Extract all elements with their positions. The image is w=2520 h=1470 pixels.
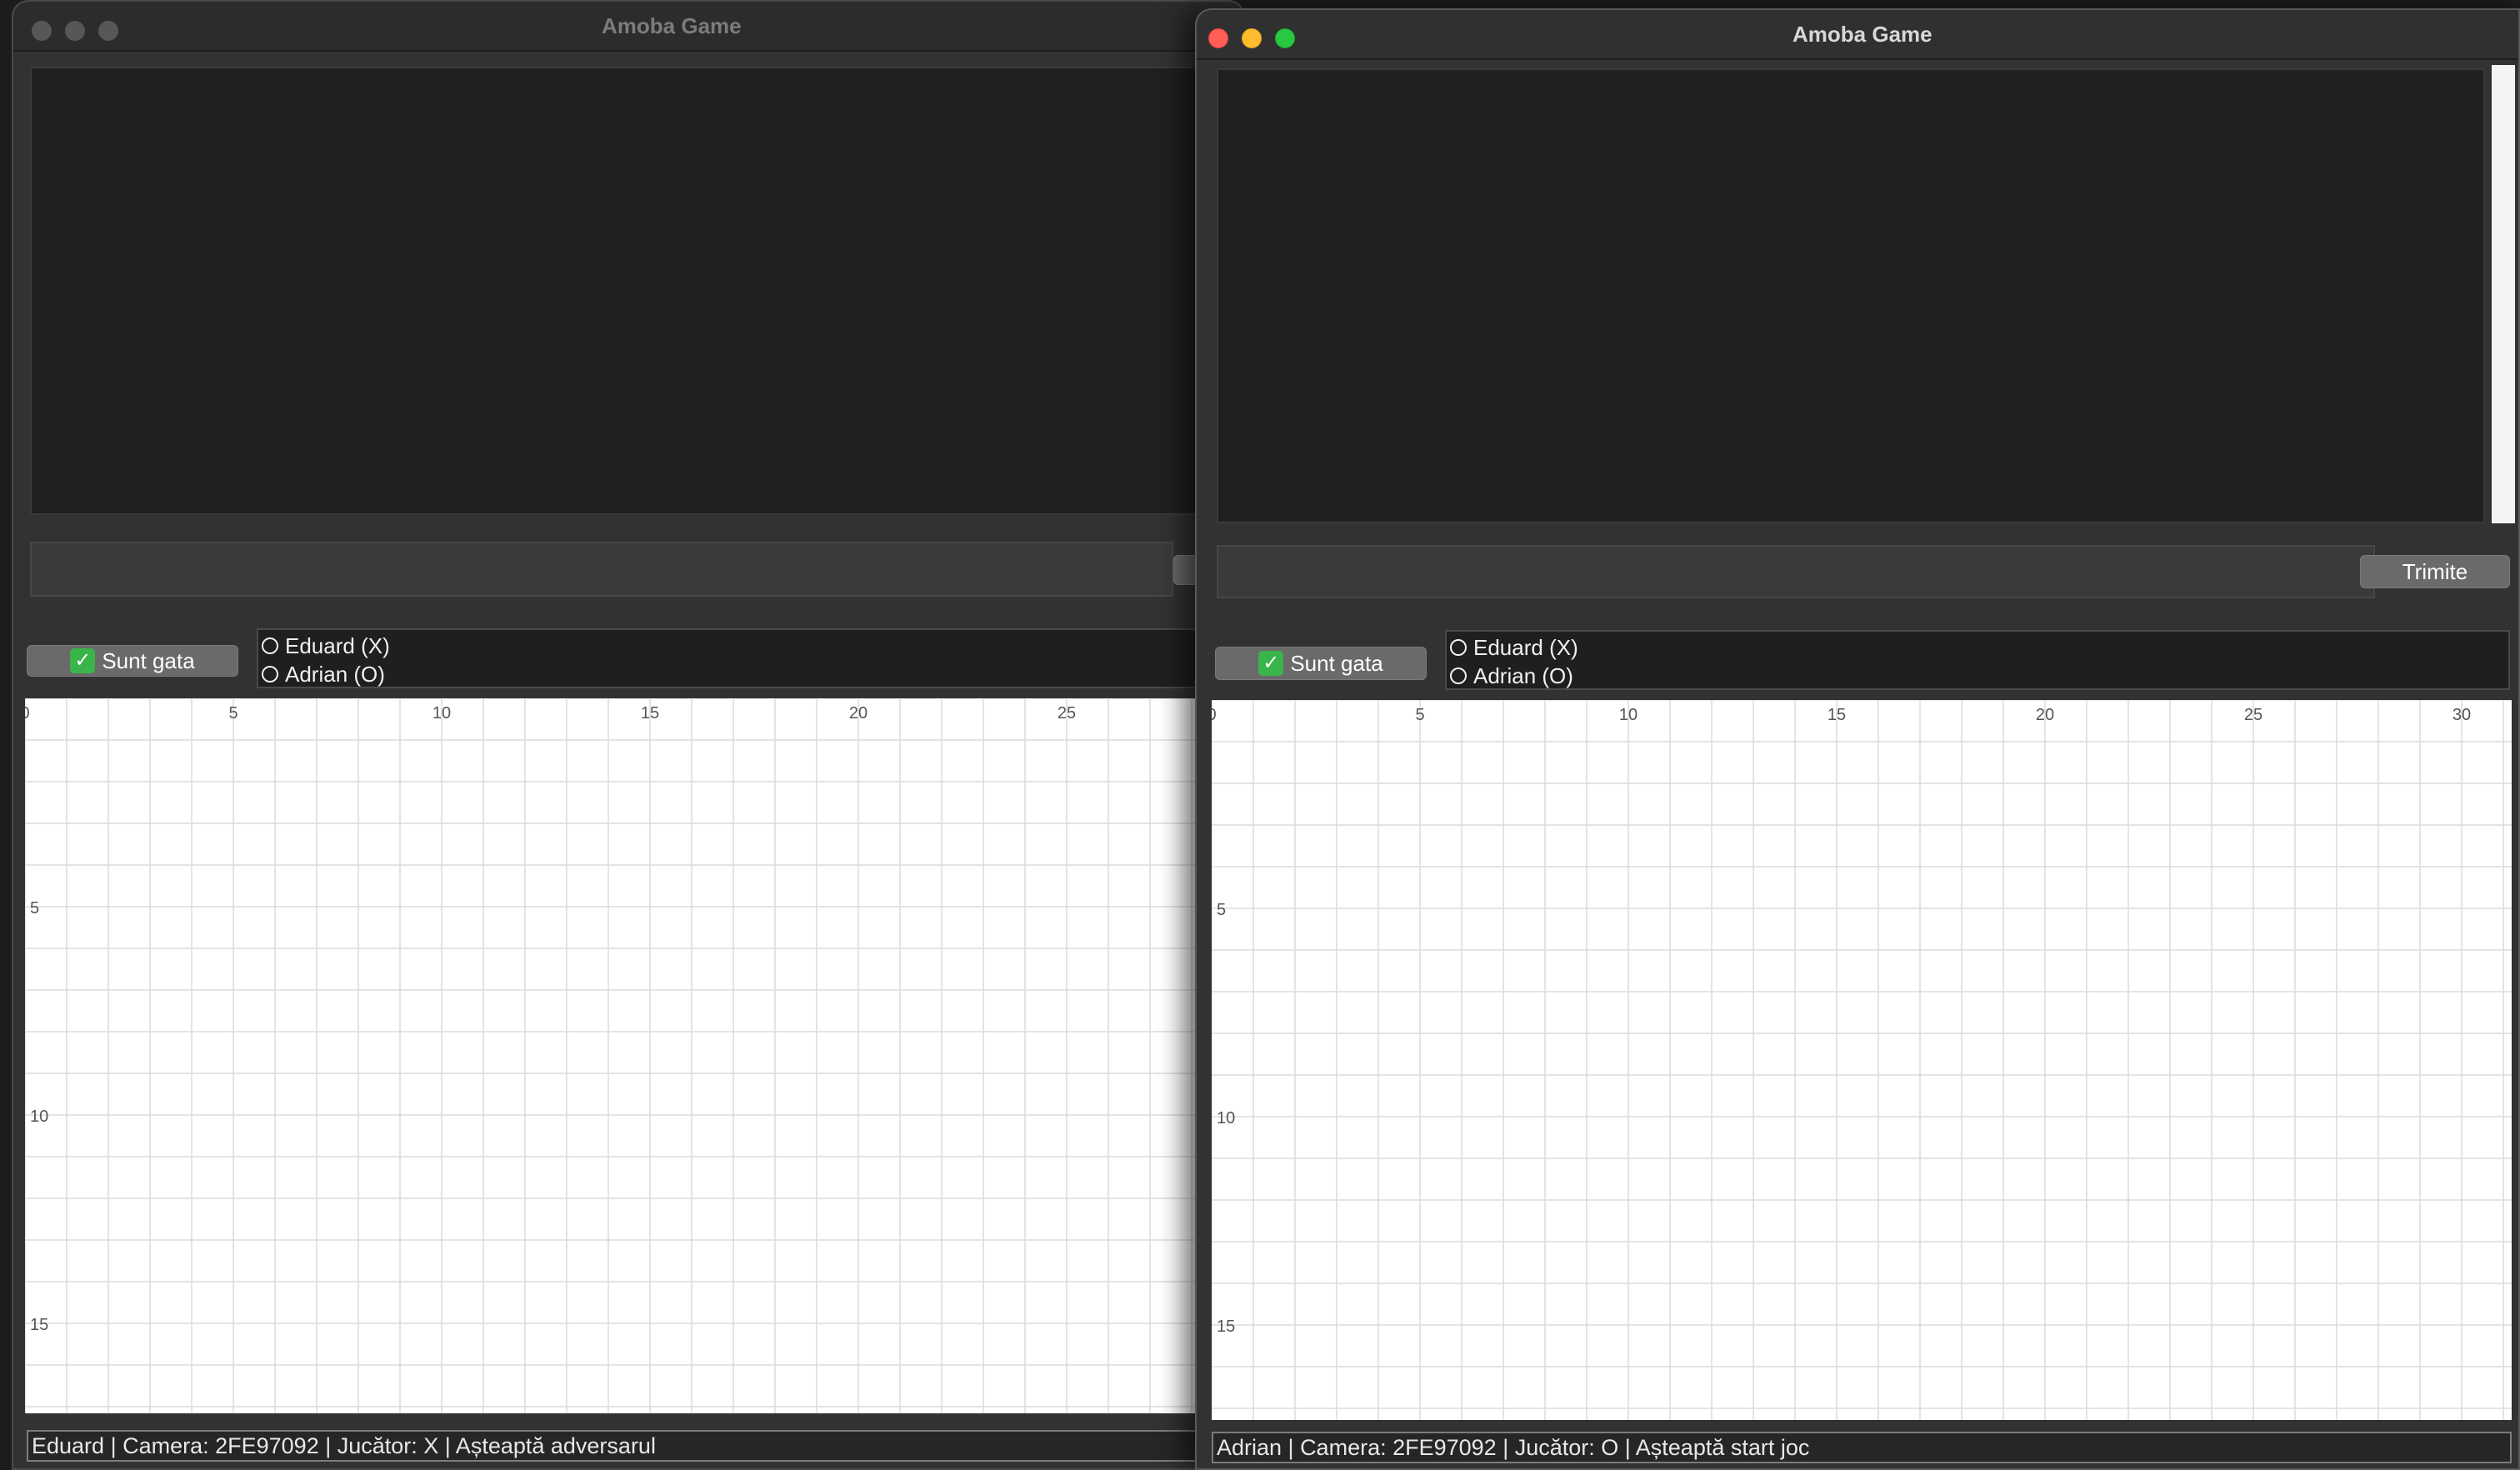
player-name: Adrian (O) [1473,662,1573,688]
board-grid[interactable]: 0 5 10 15 20 25 30 5 10 15 [1212,700,2512,1420]
player-row[interactable]: Adrian (O) [1450,662,1573,690]
send-button[interactable]: Trimite [2360,555,2510,588]
window-title: Amoba Game [1792,22,1932,47]
player-list: Eduard (X) Adrian (O) [1445,630,2510,690]
ready-button[interactable]: ✓ Sunt gata [1215,647,1427,680]
check-mark-icon: ✓ [70,648,96,674]
y-tick-label: 15 [1217,1318,1235,1336]
game-board[interactable]: 0 5 10 15 20 25 5 10 15 [25,698,1245,1413]
x-tick-label: 20 [2036,706,2054,724]
circle-icon [1450,639,1467,656]
check-mark-icon: ✓ [1258,651,1284,677]
chat-input[interactable] [1217,545,2375,598]
x-tick-label: 5 [1415,706,1424,724]
desktop: Amoba Game ✓ Sunt gata Eduard (X) Adrian … [0,0,2520,1470]
x-tick-label: 5 [228,704,238,722]
game-board[interactable]: 0 5 10 15 20 25 30 5 10 15 [1212,700,2512,1420]
x-tick-label: 0 [1212,706,1217,724]
x-tick-label: 15 [641,704,659,722]
y-tick-label: 10 [1217,1109,1235,1128]
x-tick-label: 25 [2244,706,2262,724]
player-name: Eduard (X) [1473,634,1578,660]
player-row[interactable]: Eduard (X) [262,632,390,660]
circle-icon [262,638,278,654]
right-game-window: Amoba Game Trimite ✓ Sunt gata Eduard (X)… [1195,8,2520,1470]
status-bar: Eduard | Camera: 2FE97092 | Jucător: X |… [27,1430,1243,1462]
ready-button[interactable]: ✓ Sunt gata [27,645,238,677]
left-titlebar: Amoba Game [13,2,1243,52]
x-tick-label: 0 [25,704,30,722]
y-tick-label: 5 [30,899,39,918]
x-tick-label: 15 [1828,706,1846,724]
right-titlebar: Amoba Game [1197,10,2518,60]
y-tick-label: 10 [30,1108,48,1126]
player-row[interactable]: Eduard (X) [1450,633,1578,662]
circle-icon [1450,668,1467,684]
board-grid[interactable]: 0 5 10 15 20 25 5 10 15 [25,698,1245,1413]
left-game-window: Amoba Game ✓ Sunt gata Eduard (X) Adrian … [12,0,1245,1470]
window-title: Amoba Game [602,13,742,38]
y-tick-label: 15 [30,1316,48,1334]
chat-log[interactable] [30,67,1243,515]
player-list: Eduard (X) Adrian (O) [257,628,1243,688]
chat-input[interactable] [30,542,1173,597]
chat-log[interactable] [1217,68,2485,523]
player-name: Eduard (X) [285,632,390,658]
status-bar: Adrian | Camera: 2FE97092 | Jucător: O |… [1212,1432,2512,1463]
player-name: Adrian (O) [285,661,385,687]
chat-scrollbar[interactable] [2492,65,2515,523]
x-tick-label: 10 [1619,706,1638,724]
ready-button-label: Sunt gata [102,648,195,673]
circle-icon [262,666,278,682]
x-tick-label: 20 [849,704,868,722]
player-row[interactable]: Adrian (O) [262,660,385,688]
x-tick-label: 10 [432,704,451,722]
x-tick-label: 30 [2452,706,2471,724]
y-tick-label: 5 [1217,901,1226,919]
x-tick-label: 25 [1058,704,1076,722]
ready-button-label: Sunt gata [1290,651,1383,676]
